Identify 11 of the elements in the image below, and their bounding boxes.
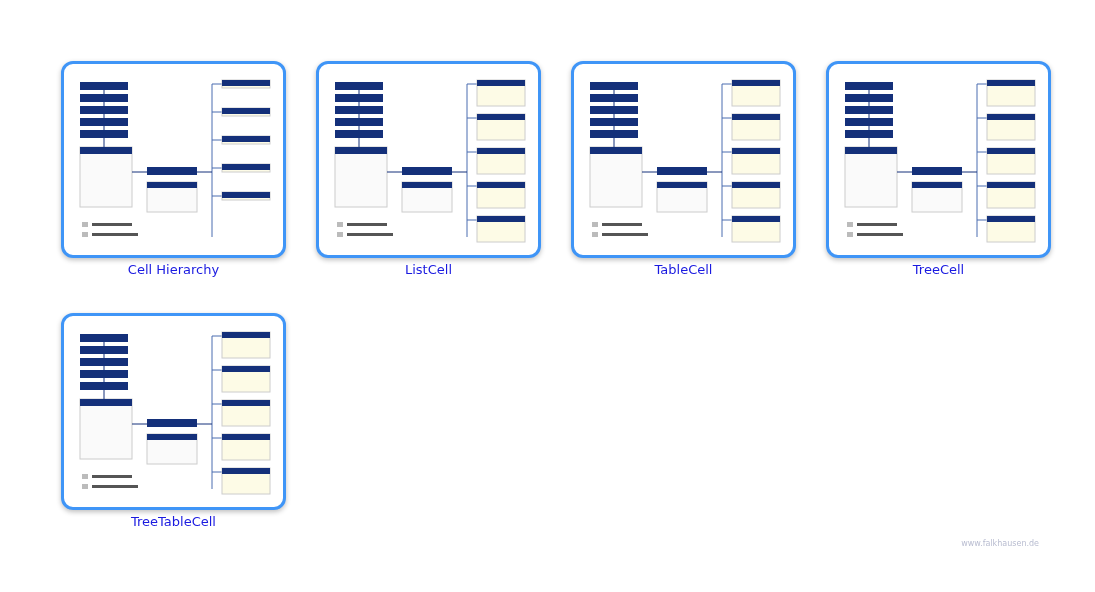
diagram-thumbnail-link[interactable] (571, 61, 796, 258)
diagram-thumbnail-link[interactable] (61, 313, 286, 510)
diagram-caption-link[interactable]: ListCell (405, 262, 452, 277)
diagram-caption-link[interactable]: TreeCell (912, 262, 965, 277)
diagram-caption-link[interactable]: TableCell (654, 262, 713, 277)
diagram-thumbnail-link[interactable] (61, 61, 286, 258)
diagram-thumbnail-link[interactable] (316, 61, 541, 258)
diagram-caption-link[interactable]: TreeTableCell (131, 514, 216, 529)
diagram-thumbnail-link[interactable] (826, 61, 1051, 258)
diagram-caption-link[interactable]: Cell Hierarchy (127, 262, 220, 277)
site-footer-text: www.falkhausen.de (961, 539, 1039, 548)
